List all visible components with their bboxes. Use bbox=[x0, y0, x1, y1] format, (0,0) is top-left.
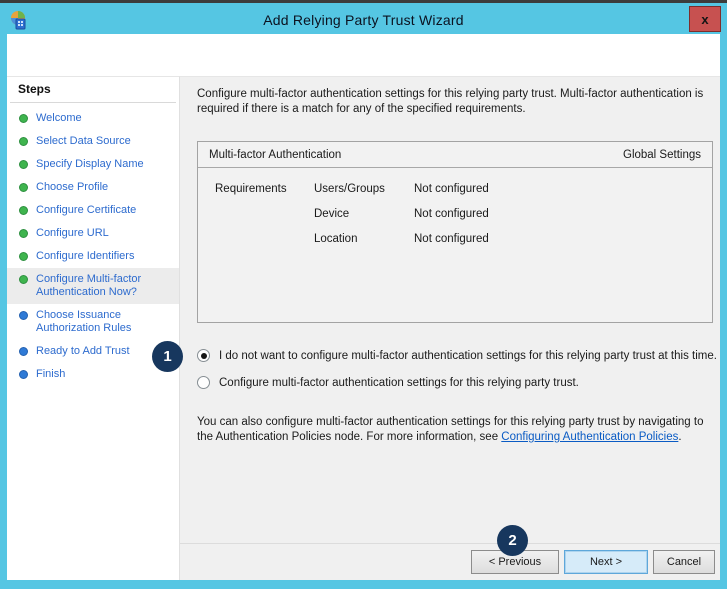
wizard-frame: Steps Welcome Select Data Source Specify… bbox=[7, 34, 720, 580]
step-pending-icon bbox=[19, 311, 28, 320]
radio-configure-mfa[interactable] bbox=[197, 376, 210, 389]
sidebar-item-welcome[interactable]: Welcome bbox=[7, 107, 179, 130]
footnote-after: . bbox=[678, 431, 682, 443]
sidebar-item-configure-mfa-now[interactable]: Configure Multi-factor Authentication No… bbox=[7, 268, 179, 304]
sidebar-item-specify-display-name[interactable]: Specify Display Name bbox=[7, 153, 179, 176]
sidebar-item-configure-certificate[interactable]: Configure Certificate bbox=[7, 199, 179, 222]
step-label: Ready to Add Trust bbox=[36, 345, 130, 357]
radio-skip-mfa-label: I do not want to configure multi-factor … bbox=[219, 349, 717, 362]
step-label: Configure Identifiers bbox=[36, 250, 135, 262]
step-done-icon bbox=[19, 137, 28, 146]
mfa-choice-group: I do not want to configure multi-factor … bbox=[197, 349, 717, 389]
sidebar-item-finish[interactable]: Finish bbox=[7, 363, 179, 386]
radio-skip-mfa[interactable] bbox=[197, 349, 210, 362]
step-label: Select Data Source bbox=[36, 135, 131, 147]
adfs-icon bbox=[9, 10, 29, 30]
close-icon[interactable]: x bbox=[689, 6, 721, 32]
step-label: Configure Certificate bbox=[36, 204, 137, 216]
next-button[interactable]: Next > bbox=[564, 550, 648, 574]
mfa-settings-panel: Multi-factor Authentication Global Setti… bbox=[197, 141, 713, 323]
requirement-name: Users/Groups bbox=[314, 183, 385, 195]
step-done-icon bbox=[19, 160, 28, 169]
intro-text: Configure multi-factor authentication se… bbox=[197, 88, 704, 115]
steps-divider bbox=[10, 102, 176, 103]
header-band bbox=[7, 34, 720, 75]
radio-row-configure-mfa[interactable]: Configure multi-factor authentication se… bbox=[197, 376, 713, 389]
step-done-icon bbox=[19, 275, 28, 284]
cancel-button[interactable]: Cancel bbox=[653, 550, 715, 574]
sidebar-item-choose-issuance-authorization-rules[interactable]: Choose Issuance Authorization Rules bbox=[7, 304, 179, 340]
requirements-label: Requirements bbox=[215, 183, 287, 195]
step-done-icon bbox=[19, 183, 28, 192]
step-label: Configure URL bbox=[36, 227, 109, 239]
configuring-authentication-policies-link[interactable]: Configuring Authentication Policies bbox=[501, 431, 678, 443]
step-done-icon bbox=[19, 114, 28, 123]
title-bar: Add Relying Party Trust Wizard x bbox=[0, 6, 727, 34]
step-label: Finish bbox=[36, 368, 66, 380]
mfa-requirements-table: Requirements Users/Groups Not configured… bbox=[198, 168, 712, 246]
step-label: Configure Multi-factor Authentication No… bbox=[36, 273, 142, 298]
mfa-panel-title: Multi-factor Authentication bbox=[209, 148, 342, 161]
sidebar-item-configure-url[interactable]: Configure URL bbox=[7, 222, 179, 245]
radio-dot bbox=[200, 352, 207, 359]
sidebar-item-select-data-source[interactable]: Select Data Source bbox=[7, 130, 179, 153]
radio-row-skip-mfa[interactable]: I do not want to configure multi-factor … bbox=[197, 349, 717, 362]
requirement-value: Not configured bbox=[414, 208, 489, 220]
requirement-name: Location bbox=[314, 233, 358, 245]
requirement-value: Not configured bbox=[414, 183, 489, 195]
step-label: Choose Profile bbox=[36, 181, 109, 193]
wizard-content: Configure multi-factor authentication se… bbox=[179, 76, 720, 580]
sidebar-item-choose-profile[interactable]: Choose Profile bbox=[7, 176, 179, 199]
annotation-badge-1: 1 bbox=[152, 341, 183, 372]
step-label: Choose Issuance Authorization Rules bbox=[36, 309, 132, 334]
step-label: Specify Display Name bbox=[36, 158, 144, 170]
footnote-text: You can also configure multi-factor auth… bbox=[197, 415, 716, 445]
steps-sidebar: Steps Welcome Select Data Source Specify… bbox=[7, 76, 179, 580]
step-done-icon bbox=[19, 229, 28, 238]
steps-heading: Steps bbox=[18, 82, 51, 96]
step-label: Welcome bbox=[36, 112, 82, 124]
global-settings-label: Global Settings bbox=[623, 148, 701, 161]
sidebar-item-configure-identifiers[interactable]: Configure Identifiers bbox=[7, 245, 179, 268]
wizard-window: Add Relying Party Trust Wizard x Steps W… bbox=[0, 0, 727, 589]
step-pending-icon bbox=[19, 370, 28, 379]
button-bar: < Previous Next > Cancel bbox=[180, 543, 720, 580]
requirement-name: Device bbox=[314, 208, 350, 220]
requirement-value: Not configured bbox=[414, 233, 489, 245]
window-title: Add Relying Party Trust Wizard bbox=[263, 12, 464, 28]
steps-list: Welcome Select Data Source Specify Displ… bbox=[7, 107, 179, 386]
radio-configure-mfa-label: Configure multi-factor authentication se… bbox=[219, 376, 579, 389]
annotation-badge-2: 2 bbox=[497, 525, 528, 556]
step-done-icon bbox=[19, 252, 28, 261]
step-pending-icon bbox=[19, 347, 28, 356]
step-done-icon bbox=[19, 206, 28, 215]
